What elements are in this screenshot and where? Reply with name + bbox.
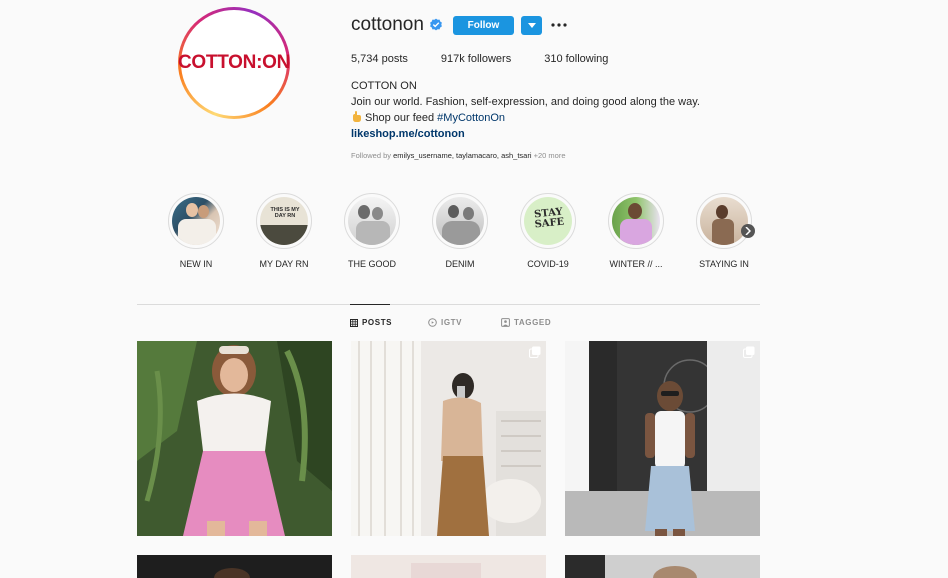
tagged-icon [501, 318, 510, 327]
post-thumbnail[interactable] [351, 555, 546, 578]
highlight-thumbnail [172, 197, 220, 245]
highlight-thumb-caption: THIS IS MY DAY RN [270, 207, 300, 219]
post-thumbnail[interactable] [565, 555, 760, 578]
highlight-label: THE GOOD [347, 259, 396, 269]
multi-photo-icon [529, 346, 541, 358]
posts-count: 5,734 posts [351, 53, 408, 65]
highlight-thumbnail: STAY SAFE [524, 197, 572, 245]
verified-badge-icon [429, 18, 443, 32]
post-thumbnail[interactable] [137, 555, 332, 578]
caret-down-icon [527, 22, 536, 28]
post-image [351, 341, 546, 536]
highlight-ring [608, 193, 664, 249]
grid-icon [350, 318, 358, 327]
highlight-the-good[interactable]: THE GOOD [342, 193, 402, 269]
highlight-winter[interactable]: WINTER // ... [606, 193, 666, 269]
highlight-new-in[interactable]: NEW IN [166, 193, 226, 269]
highlights-next-button[interactable] [741, 224, 755, 238]
highlight-denim[interactable]: DENIM [430, 193, 490, 269]
highlight-ring [696, 193, 752, 249]
followed-by[interactable]: Followed by emilys_username, taylamacaro… [351, 151, 566, 160]
highlight-covid-19[interactable]: STAY SAFE COVID-19 [518, 193, 578, 269]
highlight-ring [168, 193, 224, 249]
highlight-label: DENIM [445, 259, 475, 269]
post-image [565, 341, 760, 536]
bio-line: Join our world. Fashion, self-expression… [351, 96, 700, 108]
igtv-icon [428, 318, 437, 327]
tab-label: TAGGED [514, 318, 552, 327]
highlight-thumbnail [348, 197, 396, 245]
highlight-ring: THIS IS MY DAY RN [256, 193, 312, 249]
tabs-divider [137, 304, 760, 305]
highlight-thumbnail [612, 197, 660, 245]
tab-label: IGTV [441, 318, 463, 327]
tab-igtv[interactable]: IGTV [428, 318, 462, 327]
followed-by-more: +20 more [531, 151, 566, 160]
post-thumbnail[interactable] [565, 341, 760, 536]
chevron-right-icon [745, 227, 751, 235]
highlight-label: STAYING IN [699, 259, 749, 269]
post-thumbnail[interactable] [137, 341, 332, 536]
highlight-my-day-rn[interactable]: THIS IS MY DAY RN MY DAY RN [254, 193, 314, 269]
post-thumbnail[interactable] [351, 341, 546, 536]
profile-stats: 5,734 posts 917k followers 310 following [351, 53, 641, 65]
active-tab-indicator [350, 304, 390, 305]
highlight-thumbnail: THIS IS MY DAY RN [260, 197, 308, 245]
post-image [137, 341, 332, 536]
profile-bio: COTTON ON Join our world. Fashion, self-… [351, 78, 700, 142]
pointing-hand-icon [351, 111, 362, 122]
following-count[interactable]: 310 following [544, 53, 608, 65]
highlight-thumbnail [700, 197, 748, 245]
bio-hashtag-link[interactable]: #MyCottonOn [437, 112, 505, 124]
followed-by-prefix: Followed by [351, 151, 394, 160]
highlight-label: MY DAY RN [259, 259, 309, 269]
bio-name: COTTON ON [351, 80, 417, 92]
highlight-label: NEW IN [179, 259, 213, 269]
username-row: cottonon [351, 14, 443, 36]
avatar-logo-text: COTTON:ON [178, 52, 290, 73]
post-image [137, 555, 332, 578]
bio-website-link[interactable]: likeshop.me/cottonon [351, 126, 700, 142]
profile-username: cottonon [351, 14, 424, 35]
tab-posts[interactable]: POSTS [350, 318, 392, 327]
highlight-ring [432, 193, 488, 249]
ellipsis-icon [551, 23, 567, 27]
post-image [351, 555, 546, 578]
follow-button[interactable]: Follow [453, 16, 514, 35]
suggested-dropdown-button[interactable] [521, 16, 542, 35]
highlight-label: COVID-19 [527, 259, 569, 269]
tab-tagged[interactable]: TAGGED [501, 318, 551, 327]
profile-avatar[interactable]: COTTON:ON [178, 7, 290, 119]
highlight-label: WINTER // ... [609, 259, 663, 269]
highlight-ring [344, 193, 400, 249]
highlight-thumb-caption: STAY SAFE [533, 206, 565, 231]
post-image [565, 555, 760, 578]
bio-shop-line: Shop our feed #MyCottonOn [351, 110, 700, 126]
more-options-button[interactable] [551, 16, 567, 34]
multi-photo-icon [743, 346, 755, 358]
bio-shop-text: Shop our feed [365, 112, 438, 124]
followers-count[interactable]: 917k followers [441, 53, 511, 65]
highlight-thumbnail [436, 197, 484, 245]
highlight-ring: STAY SAFE [520, 193, 576, 249]
followed-by-users: emilys_username, taylamacaro, ash_tsari [393, 151, 532, 160]
avatar-inner: COTTON:ON [178, 10, 290, 116]
tab-label: POSTS [362, 318, 393, 327]
